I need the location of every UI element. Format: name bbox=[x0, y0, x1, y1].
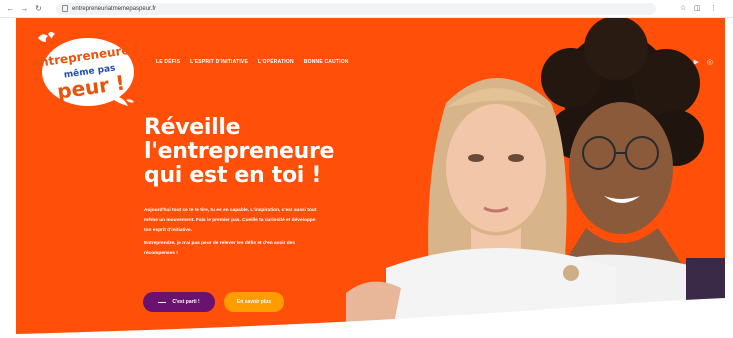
address-url: entrepreneuriatmemepaspeur.fr bbox=[72, 6, 157, 12]
hero-paragraph-1: Aujourd'hui tout ce te te tire, tu es en… bbox=[144, 208, 317, 233]
hero-section: entrepreneure ! même pas peur ! LE DÉFIS… bbox=[16, 18, 725, 338]
start-button-label: C'est parti ! bbox=[172, 299, 200, 305]
reload-icon[interactable]: ↻ bbox=[34, 4, 43, 13]
browser-toolbar: ← → ↻ entrepreneuriatmemepaspeur.fr ☆ ◫ … bbox=[0, 0, 733, 18]
lock-icon bbox=[62, 5, 68, 12]
hero-description: Aujourd'hui tout ce te te tire, tu es en… bbox=[144, 206, 319, 262]
menu-item-caution[interactable]: BONNE CAUTION bbox=[304, 59, 349, 65]
hero-headline: Réveille l'entrepreneure qui est en toi … bbox=[144, 116, 404, 188]
headline-line1: Réveille bbox=[144, 115, 241, 140]
headline-line3: qui est en toi ! bbox=[144, 163, 322, 188]
star-icon[interactable]: ☆ bbox=[680, 4, 686, 13]
start-button[interactable]: C'est parti ! bbox=[143, 292, 215, 312]
site-logo[interactable]: entrepreneure ! même pas peur ! bbox=[30, 30, 140, 112]
hero-paragraph-2: Entreprendre, je n'ai pas peur de releve… bbox=[144, 241, 296, 256]
menu-item-operation[interactable]: L'OPÉRATION bbox=[258, 59, 294, 65]
headline-line2: l'entrepreneure bbox=[144, 139, 335, 164]
dash-icon bbox=[158, 301, 167, 303]
back-icon[interactable]: ← bbox=[6, 4, 15, 13]
address-bar[interactable]: entrepreneuriatmemepaspeur.fr bbox=[56, 3, 656, 15]
menu-item-defis[interactable]: LE DÉFIS bbox=[156, 59, 180, 65]
menu-icon[interactable]: ⋮ bbox=[710, 4, 717, 13]
main-menu: LE DÉFIS L'ESPRIT D'INITIATIVE L'OPÉRATI… bbox=[156, 59, 349, 65]
menu-item-esprit[interactable]: L'ESPRIT D'INITIATIVE bbox=[190, 59, 248, 65]
learn-more-button[interactable]: En savoir plus bbox=[224, 292, 284, 312]
bottom-wave bbox=[16, 298, 725, 338]
extensions-icon[interactable]: ◫ bbox=[694, 4, 701, 13]
forward-icon[interactable]: → bbox=[20, 4, 29, 13]
